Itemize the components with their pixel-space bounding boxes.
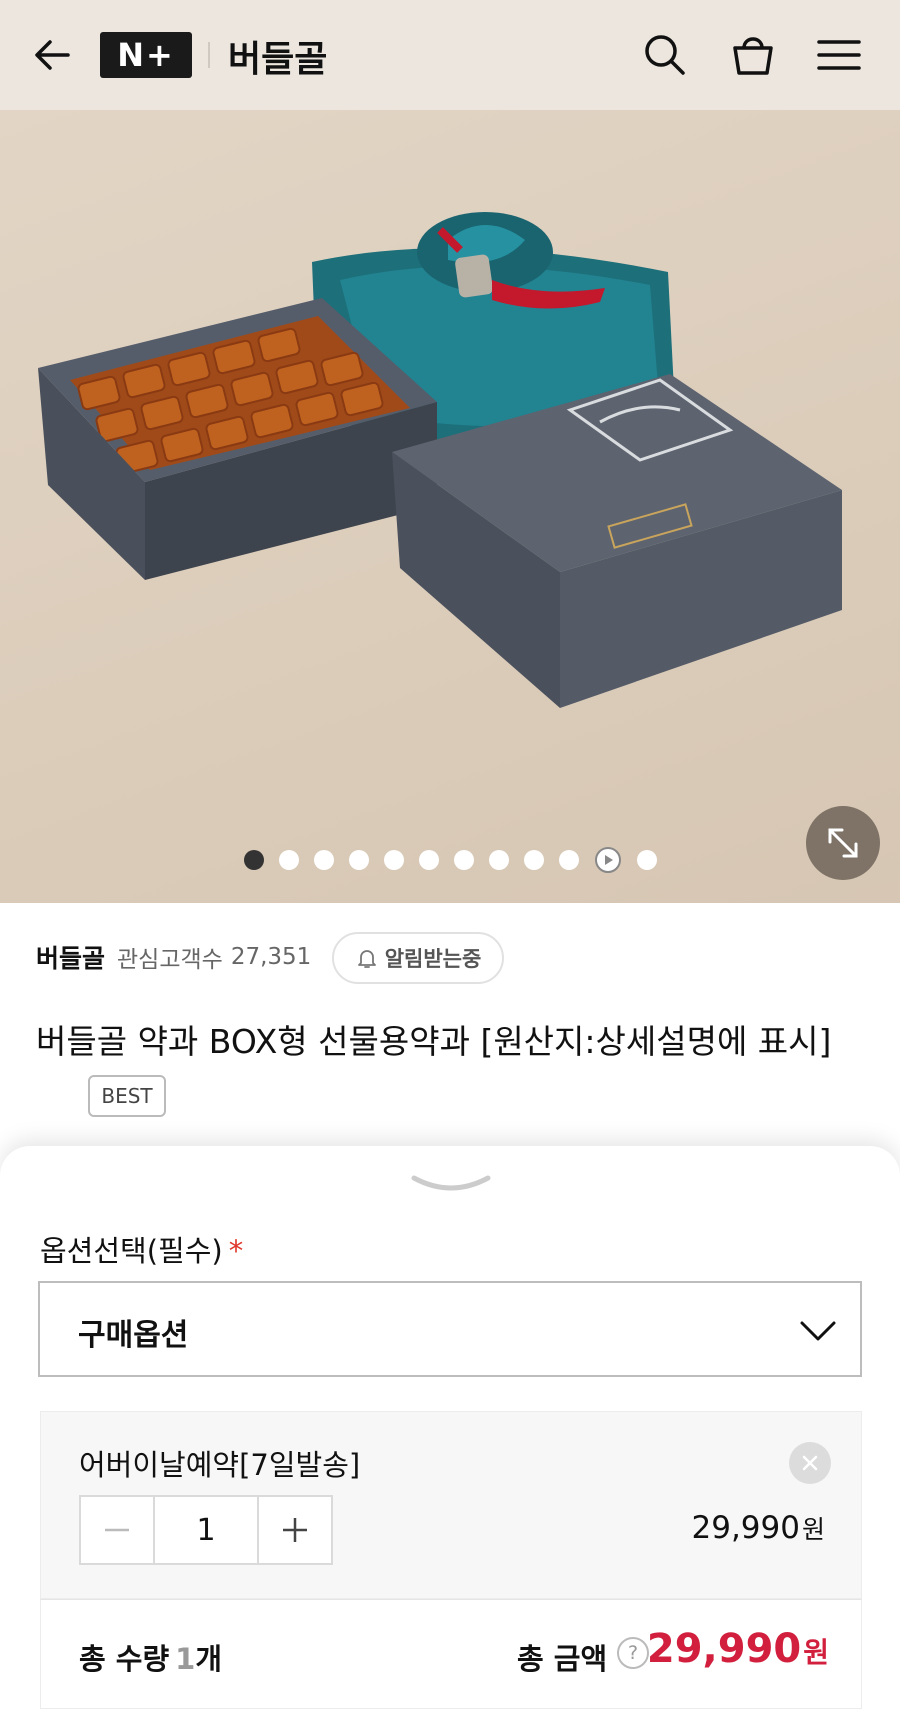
required-mark: * bbox=[228, 1234, 244, 1268]
total-qty-label: 총 수량 bbox=[79, 1642, 170, 1676]
option-section-label: 옵션선택(필수) * bbox=[40, 1228, 243, 1270]
option-select[interactable]: 구매옵션 bbox=[38, 1281, 862, 1377]
store-title[interactable]: 버들골 bbox=[228, 30, 327, 82]
option-select-value: 구매옵션 bbox=[78, 1318, 189, 1353]
gallery-dot[interactable] bbox=[384, 850, 404, 870]
option-price: 29,990원 bbox=[692, 1510, 826, 1546]
product-photo bbox=[38, 212, 842, 708]
total-summary: 총 수량 1개 총 금액 ? 29,990원 bbox=[40, 1599, 862, 1709]
fans-label: 관심고객수 bbox=[117, 947, 223, 973]
quantity-stepper: 1 bbox=[79, 1495, 333, 1565]
total-qty-unit: 개 bbox=[195, 1642, 223, 1676]
expand-icon bbox=[828, 828, 858, 858]
fans-count: 27,351 bbox=[230, 944, 312, 970]
gallery-video-dot[interactable] bbox=[595, 847, 621, 873]
search-icon[interactable] bbox=[640, 30, 690, 80]
collapse-handle-icon[interactable] bbox=[408, 1170, 494, 1196]
option-price-unit: 원 bbox=[801, 1515, 825, 1544]
option-price-value: 29,990 bbox=[691, 1510, 800, 1546]
gallery-dot[interactable] bbox=[419, 850, 439, 870]
expand-image-button[interactable] bbox=[806, 806, 880, 880]
increase-button[interactable] bbox=[259, 1497, 331, 1563]
minus-icon bbox=[105, 1528, 129, 1532]
store-info-row: 버들골 관심고객수 27,351 bbox=[36, 932, 311, 982]
divider bbox=[208, 42, 210, 68]
gallery-dot[interactable] bbox=[454, 850, 474, 870]
gallery-dot[interactable] bbox=[637, 850, 657, 870]
gallery-dot[interactable] bbox=[349, 850, 369, 870]
total-qty-value: 1 bbox=[175, 1642, 196, 1676]
product-title: 버들골 약과 BOX형 선물용약과 [원산지:상세설명에 표시] bbox=[36, 1022, 832, 1061]
store-name[interactable]: 버들골 bbox=[36, 939, 105, 975]
cart-icon[interactable] bbox=[728, 30, 778, 80]
gallery-dot[interactable] bbox=[559, 850, 579, 870]
total-quantity: 총 수량 1개 bbox=[79, 1636, 222, 1678]
menu-icon[interactable] bbox=[814, 30, 864, 80]
back-arrow-icon[interactable] bbox=[30, 32, 76, 78]
total-amount: 29,990원 bbox=[647, 1626, 829, 1672]
plus-icon bbox=[283, 1518, 307, 1542]
purchase-bottom-sheet: 옵션선택(필수) * 구매옵션 어버이날예약[7일발송] 1 29,990원 총… bbox=[0, 1146, 900, 1729]
total-amount-value: 29,990 bbox=[646, 1626, 802, 1672]
gallery-pagination bbox=[0, 845, 900, 875]
selected-option-card: 어버이날예약[7일발송] 1 29,990원 bbox=[40, 1411, 862, 1599]
top-header: N+ 버들골 bbox=[0, 0, 900, 110]
gallery-dot[interactable] bbox=[279, 850, 299, 870]
selected-option-name: 어버이날예약[7일발송] bbox=[79, 1448, 361, 1482]
notify-label: 알림받는중 bbox=[384, 947, 482, 971]
close-icon bbox=[802, 1455, 818, 1471]
best-badge: BEST bbox=[88, 1075, 166, 1117]
total-amount-label: 총 금액 bbox=[517, 1642, 608, 1676]
gallery-dot[interactable] bbox=[244, 850, 264, 870]
nplus-logo[interactable]: N+ bbox=[100, 32, 192, 78]
quantity-value[interactable]: 1 bbox=[153, 1497, 259, 1563]
bell-icon bbox=[357, 950, 376, 968]
remove-option-button[interactable] bbox=[789, 1442, 831, 1484]
notify-button[interactable]: 알림받는중 bbox=[332, 932, 504, 984]
total-amount-unit: 원 bbox=[803, 1636, 829, 1669]
help-icon[interactable]: ? bbox=[617, 1637, 649, 1669]
gallery-dot[interactable] bbox=[314, 850, 334, 870]
decrease-button[interactable] bbox=[81, 1497, 153, 1563]
option-label-text: 옵션선택(필수) bbox=[40, 1234, 223, 1268]
gallery-dot[interactable] bbox=[524, 850, 544, 870]
product-image-gallery[interactable] bbox=[0, 110, 900, 903]
chevron-down-icon bbox=[800, 1321, 836, 1341]
gallery-dot[interactable] bbox=[489, 850, 509, 870]
play-icon bbox=[605, 855, 613, 865]
